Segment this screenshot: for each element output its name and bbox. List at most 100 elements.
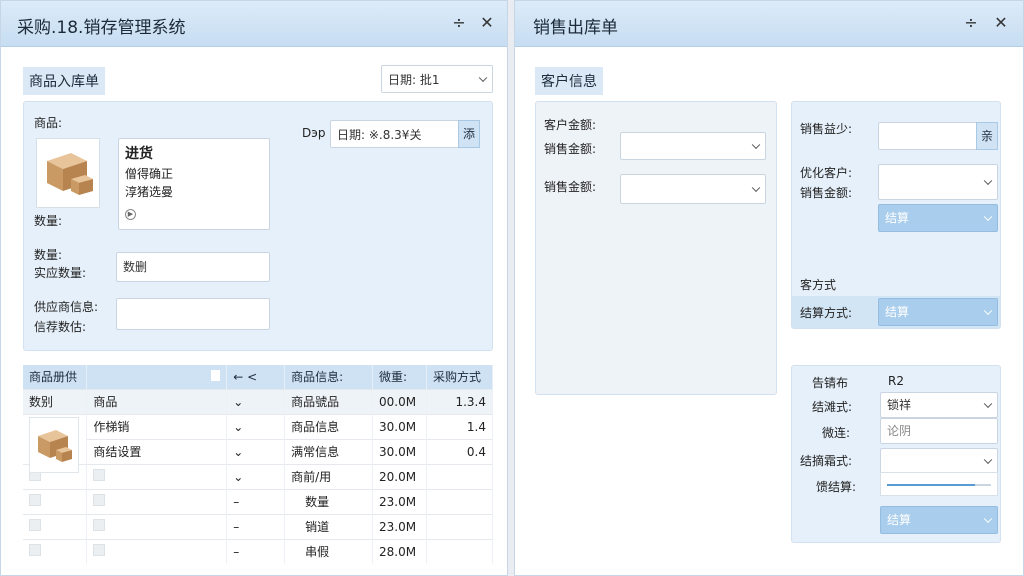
col-header[interactable]: 采购方式: [426, 365, 493, 389]
card-line1: 僧得确正: [125, 167, 174, 181]
date-prefix: Dэр: [302, 126, 326, 140]
summary-settle-button[interactable]: 结算: [880, 506, 998, 534]
cell: [426, 488, 493, 514]
customer-panel: 客户金额: 销售金额: 销售金额:: [535, 101, 777, 395]
preferred-customer-label: 优化客户:: [800, 166, 853, 180]
box-icon: [47, 153, 93, 195]
row-checkbox[interactable]: [86, 463, 228, 489]
dropdown-cell[interactable]: ⌄: [226, 438, 286, 464]
play-icon[interactable]: ▶: [125, 209, 136, 220]
summary-label-3: 微连:: [822, 426, 851, 440]
cell: 0.4: [426, 438, 493, 464]
row-checkbox[interactable]: [86, 488, 228, 514]
close-icon[interactable]: ✕: [991, 13, 1011, 33]
bookmark-icon[interactable]: [211, 369, 221, 381]
row-checkbox[interactable]: [86, 538, 228, 564]
col-header[interactable]: 微重:: [372, 365, 427, 389]
product-thumbnail: [36, 138, 100, 208]
settle-mode-value: 结算: [885, 305, 910, 319]
pin-icon[interactable]: ÷: [961, 13, 981, 33]
quantity-label-2: 数量:: [34, 248, 63, 262]
summary-panel: 告锖布 R2 结滩式: 锁祥 微连: 论阴 结摘霜式: 馈结算: 结算: [791, 365, 1001, 543]
date-selector-value: 批1: [419, 73, 440, 87]
bookmark-header[interactable]: [86, 365, 228, 389]
table-row[interactable]: – 数量 23.0M: [23, 488, 493, 514]
customer-mode-label: 客方式: [800, 278, 837, 292]
dropdown-cell[interactable]: ⌄: [226, 463, 286, 489]
col-header[interactable]: 商品信息:: [284, 365, 374, 389]
settle-mode-select[interactable]: 结算: [878, 298, 998, 326]
table-row[interactable]: ⌄ 商前/用 20.0M: [23, 463, 493, 489]
summary-value-1: R2: [888, 374, 904, 388]
supplier-input[interactable]: [116, 298, 270, 330]
product-label: 商品:: [34, 116, 63, 130]
chevron-down-icon: [983, 176, 993, 186]
table-row[interactable]: – 销道 23.0M: [23, 513, 493, 539]
row-checkbox[interactable]: [86, 513, 228, 539]
customer-amount-select[interactable]: [620, 132, 766, 160]
date-selector[interactable]: 日期: 批1: [381, 65, 493, 93]
sales-window: 销售出库单 ÷ ✕ 客户信息 客户金额: 销售金额: 销售金额: 销售益少: 亲…: [514, 0, 1024, 576]
cell: –: [226, 488, 286, 514]
sales-input[interactable]: [878, 122, 978, 150]
summary-label-4: 结摘霜式:: [800, 454, 853, 468]
purchase-window: 采购.18.销存管理系统 ÷ ✕ 商品入库单 日期: 批1 商品: 进货 僧得确…: [0, 0, 508, 576]
dropdown-cell[interactable]: ⌄: [226, 413, 286, 439]
date-add-button[interactable]: 添: [458, 120, 480, 148]
summary-label-1: 告锖布: [812, 376, 849, 390]
product-table: 商品册供 ← < 商品信息: 微重: 采购方式 数别 商品 ⌄ 商品號品 00.…: [23, 365, 493, 564]
cell: –: [226, 513, 286, 539]
product-thumb-cell: [23, 413, 88, 473]
cell: 数别: [23, 388, 88, 414]
row-checkbox[interactable]: [23, 538, 88, 564]
card-title: 进货: [125, 146, 153, 162]
section-title: 客户信息: [535, 67, 603, 95]
chevron-down-icon: [751, 140, 761, 150]
inbound-form-panel: 商品: 进货 僧得确正 淳猪选曼 ▶ 数量: Dэр 日期: ※.8.3¥关 添…: [23, 101, 493, 351]
cell: [426, 463, 493, 489]
cell: 商品信息: [284, 413, 374, 439]
table-row[interactable]: 作梯销 ⌄ 商品信息 30.0M 1.4: [23, 413, 493, 473]
cell: [426, 513, 493, 539]
cell: 00.0M: [372, 388, 427, 414]
summary-select-4[interactable]: [880, 448, 998, 474]
sales-add-button[interactable]: 亲: [976, 122, 998, 150]
supply-quantity-input[interactable]: 数删: [116, 252, 270, 282]
table-header-row: 商品册供 ← < 商品信息: 微重: 采购方式: [23, 365, 493, 389]
cell: 23.0M: [372, 513, 427, 539]
summary-select-2[interactable]: 锁祥: [880, 392, 998, 418]
row-checkbox[interactable]: [23, 513, 88, 539]
supplier-label: 供应商信息:: [34, 300, 99, 314]
summary-label-2: 结滩式:: [812, 400, 853, 414]
pin-icon[interactable]: ÷: [449, 13, 469, 33]
cell: 满常信息: [284, 438, 374, 464]
preferred-customer-select[interactable]: [878, 164, 998, 200]
settle-dropdown-button[interactable]: 结算: [878, 204, 998, 232]
table-row[interactable]: 数别 商品 ⌄ 商品號品 00.0M 1.3.4: [23, 388, 493, 414]
cell: 20.0M: [372, 463, 427, 489]
table-row[interactable]: 商结设置 ⌄ 满常信息 30.0M 0.4: [23, 438, 493, 464]
card-line2: 淳猪选曼: [125, 185, 174, 199]
date-selector-prefix: 日期:: [388, 73, 417, 87]
product-card[interactable]: 进货 僧得确正 淳猪选曼 ▶: [118, 138, 270, 230]
sales-amount-select[interactable]: [620, 174, 766, 204]
customer-amount-label: 客户金额:: [544, 118, 597, 132]
col-header[interactable]: ← <: [226, 365, 286, 389]
chevron-down-icon: [983, 306, 993, 316]
summary-input-3[interactable]: 论阴: [880, 418, 998, 444]
dropdown-cell[interactable]: ⌄: [226, 388, 286, 414]
row-checkbox[interactable]: [23, 488, 88, 514]
cell: 销道: [284, 513, 374, 539]
col-header[interactable]: 商品册供: [23, 365, 88, 389]
close-icon[interactable]: ✕: [477, 13, 497, 33]
cell: 23.0M: [372, 488, 427, 514]
chevron-down-icon: [983, 399, 993, 409]
summary-slider[interactable]: [880, 472, 998, 496]
table-row[interactable]: – 串假 28.0M: [23, 538, 493, 564]
chevron-down-icon: [983, 514, 993, 524]
chevron-down-icon: [751, 183, 761, 193]
cell: 商品: [86, 388, 228, 414]
sales-panel: 销售益少: 亲 优化客户: 销售金额: 结算 客方式 结算方式: 结算: [791, 101, 1001, 329]
date-field[interactable]: 日期: ※.8.3¥关: [330, 120, 460, 148]
supply-quantity-label: 实应数量:: [34, 266, 87, 280]
